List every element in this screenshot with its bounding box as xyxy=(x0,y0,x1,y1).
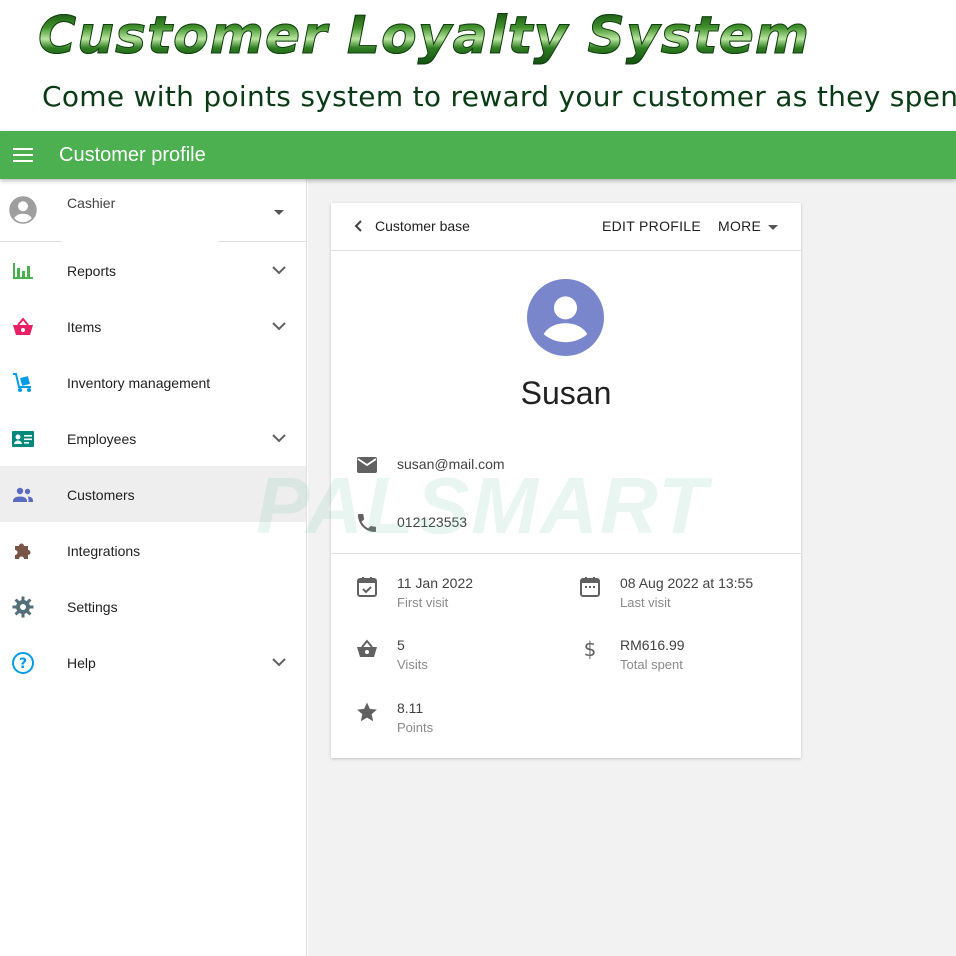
card-header: Customer base EDIT PROFILE MORE xyxy=(331,203,801,251)
customer-name: Susan xyxy=(520,375,612,411)
sidebar-item-label: Integrations xyxy=(67,543,141,559)
sidebar-item-label: Items xyxy=(67,319,102,335)
account-circle-icon xyxy=(9,196,37,224)
first-visit-stat: 11 Jan 2022 First visit xyxy=(331,575,551,619)
sidebar: Cashier Reports Items Inventory manageme… xyxy=(0,179,307,956)
chevron-down-icon[interactable] xyxy=(271,430,287,446)
calendar-check-icon xyxy=(357,577,377,597)
sidebar-item-label: Settings xyxy=(67,599,118,615)
app-bar: Customer profile xyxy=(0,131,956,179)
sidebar-item-help[interactable]: ? Help xyxy=(0,634,306,690)
customer-phone: 012123553 xyxy=(397,514,468,530)
visits-value: 5 xyxy=(397,637,405,653)
user-role-label: Cashier xyxy=(67,195,116,211)
edit-profile-button[interactable]: EDIT PROFILE xyxy=(602,218,701,234)
first-visit-value: 11 Jan 2022 xyxy=(397,575,474,591)
last-visit-label: Last visit xyxy=(620,595,671,610)
chevron-down-icon[interactable] xyxy=(271,262,287,278)
user-selector[interactable]: Cashier xyxy=(0,179,307,242)
sidebar-item-employees[interactable]: Employees xyxy=(0,410,306,466)
customer-profile-card: Customer base EDIT PROFILE MORE Susan su… xyxy=(331,203,801,758)
phone-icon xyxy=(358,514,376,532)
basket-icon xyxy=(357,639,377,657)
last-visit-value: 08 Aug 2022 at 13:55 xyxy=(620,575,754,591)
first-visit-label: First visit xyxy=(397,595,449,610)
more-menu-button[interactable]: MORE xyxy=(718,218,761,234)
caret-down-icon[interactable] xyxy=(274,210,284,215)
total-spent-label: Total spent xyxy=(620,657,683,672)
sidebar-item-customers[interactable]: Customers xyxy=(0,466,306,522)
customer-avatar xyxy=(527,279,604,356)
sidebar-item-settings[interactable]: Settings xyxy=(0,578,306,634)
points-label: Points xyxy=(397,720,434,735)
dollar-icon: $ xyxy=(584,637,597,661)
promo-banner: Customer Loyalty System Come with points… xyxy=(0,0,956,131)
sidebar-item-integrations[interactable]: Integrations xyxy=(0,522,306,578)
phone-row: 012123553 xyxy=(331,511,801,541)
basket-icon xyxy=(13,317,33,335)
puzzle-icon xyxy=(15,543,31,559)
divider xyxy=(331,553,801,554)
banner-subtitle: Come with points system to reward your c… xyxy=(42,80,956,113)
page-title: Customer profile xyxy=(59,144,206,166)
sidebar-item-label: Customers xyxy=(67,487,135,503)
last-visit-stat: 08 Aug 2022 at 13:55 Last visit xyxy=(554,575,801,619)
bar-chart-icon xyxy=(13,263,33,279)
sidebar-item-label: Inventory management xyxy=(67,375,211,391)
chevron-down-icon[interactable] xyxy=(271,654,287,670)
sidebar-item-reports[interactable]: Reports xyxy=(0,242,306,298)
caret-down-icon[interactable] xyxy=(768,225,778,230)
id-card-icon xyxy=(12,431,34,447)
mail-icon xyxy=(357,457,377,473)
sidebar-item-label: Help xyxy=(67,655,96,671)
sidebar-item-label: Employees xyxy=(67,431,137,447)
sidebar-item-label: Reports xyxy=(67,263,117,279)
visits-label: Visits xyxy=(397,657,428,672)
points-stat: 8.11 Points xyxy=(331,700,551,744)
menu-icon[interactable] xyxy=(13,148,33,162)
help-circle-icon: ? xyxy=(12,652,34,674)
gear-icon xyxy=(12,596,34,618)
star-icon xyxy=(357,702,377,722)
hand-truck-icon xyxy=(13,373,31,392)
sidebar-item-items[interactable]: Items xyxy=(0,298,306,354)
main-content: Customer base EDIT PROFILE MORE Susan su… xyxy=(308,179,956,956)
email-row: susan@mail.com xyxy=(331,453,801,483)
sidebar-item-inventory[interactable]: Inventory management xyxy=(0,354,306,410)
total-spent-value: RM616.99 xyxy=(620,637,685,653)
banner-title: Customer Loyalty System xyxy=(37,6,811,67)
points-value: 8.11 xyxy=(397,700,424,716)
chevron-left-icon[interactable] xyxy=(351,218,367,234)
chevron-down-icon[interactable] xyxy=(271,318,287,334)
svg-text:?: ? xyxy=(19,656,27,672)
visits-stat: 5 Visits xyxy=(331,637,551,681)
calendar-icon xyxy=(580,577,600,597)
back-to-customer-base-link[interactable]: Customer base xyxy=(375,218,470,234)
total-spent-stat: $ RM616.99 Total spent xyxy=(554,637,801,681)
people-icon xyxy=(13,487,33,502)
customer-email: susan@mail.com xyxy=(397,456,505,472)
svg-text:$: $ xyxy=(584,637,597,661)
